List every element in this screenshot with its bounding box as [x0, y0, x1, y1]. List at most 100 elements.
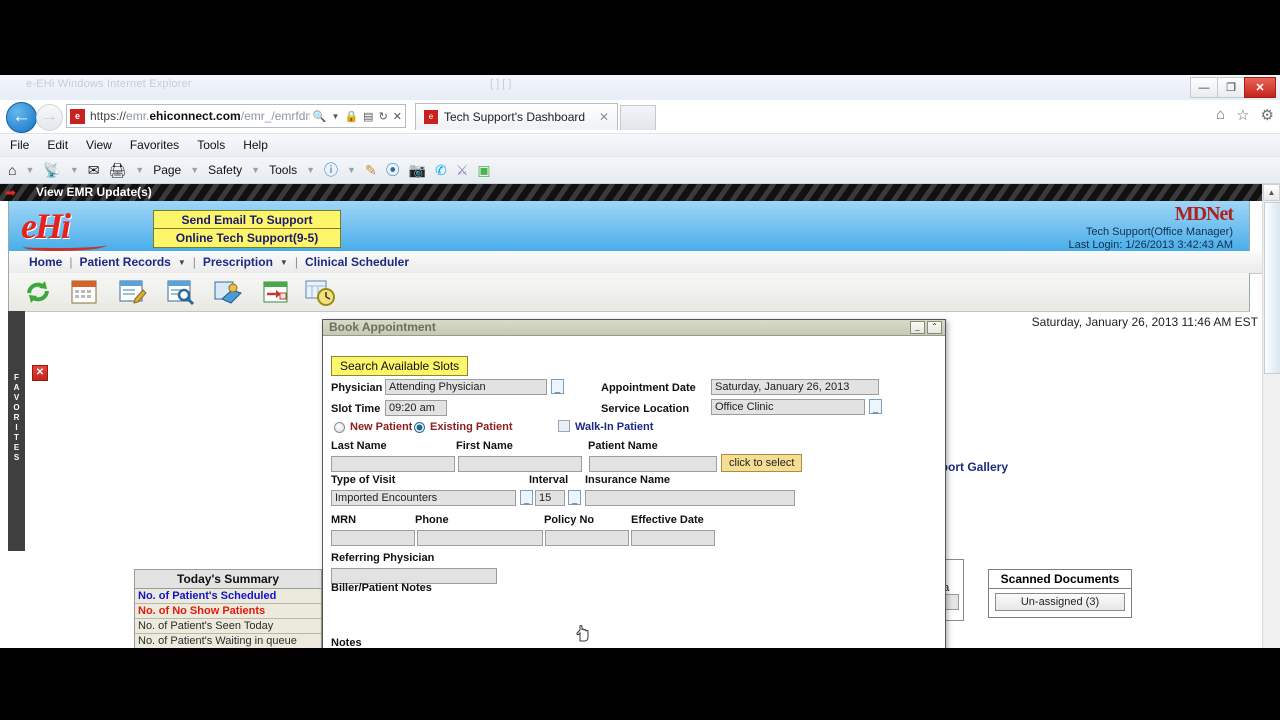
- click-to-select-button[interactable]: click to select: [721, 454, 803, 472]
- search-icon[interactable]: 🔍: [313, 110, 327, 123]
- summary-row-waiting-in-queue[interactable]: No. of Patient's Waiting in queue: [135, 634, 321, 648]
- chevron-down-icon[interactable]: ▼: [178, 258, 186, 267]
- address-bar[interactable]: e https://emr.ehiconnect.com/emr_/emrfdm…: [66, 104, 406, 128]
- book-appointment-icon[interactable]: [261, 277, 291, 307]
- stop-icon[interactable]: ✕: [393, 110, 402, 123]
- slot-time-input[interactable]: 09:20 am: [385, 400, 447, 416]
- physician-input[interactable]: Attending Physician: [385, 379, 547, 395]
- tab-close-icon[interactable]: ✕: [599, 110, 609, 124]
- page-scrollbar[interactable]: ▲: [1262, 184, 1280, 648]
- dialog-restore-button[interactable]: ⌃: [927, 321, 942, 334]
- search-records-icon[interactable]: [165, 277, 195, 307]
- dialog-title-bar[interactable]: Book Appointment _ ⌃: [323, 320, 945, 336]
- appointment-date-input[interactable]: Saturday, January 26, 2013: [711, 379, 879, 395]
- menu-item-tools[interactable]: Tools: [197, 138, 225, 152]
- nav-item-home[interactable]: Home: [29, 255, 62, 269]
- menu-item-help[interactable]: Help: [243, 138, 268, 152]
- effective-date-input[interactable]: [631, 530, 715, 546]
- read-mail-icon[interactable]: ✉: [88, 162, 100, 179]
- mrn-input[interactable]: [331, 530, 415, 546]
- home-icon[interactable]: ⌂: [1216, 106, 1225, 124]
- walk-in-patient-checkbox[interactable]: [558, 420, 570, 432]
- back-button[interactable]: ←: [6, 102, 37, 133]
- nav-item-clinical-scheduler[interactable]: Clinical Scheduler: [305, 255, 409, 269]
- patient-name-input[interactable]: [589, 456, 717, 472]
- interval-lookup-button[interactable]: _: [568, 490, 581, 505]
- last-name-input[interactable]: [331, 456, 455, 472]
- physician-lookup-button[interactable]: _: [551, 379, 564, 394]
- addon-paint-icon[interactable]: ✎: [365, 162, 377, 179]
- menu-item-view[interactable]: View: [86, 138, 112, 152]
- schedule-clock-icon[interactable]: [305, 277, 335, 307]
- import-documents-icon[interactable]: [213, 277, 243, 307]
- refresh-icon[interactable]: [23, 277, 53, 307]
- chevron-down-icon[interactable]: ▼: [70, 165, 79, 175]
- command-tools-menu[interactable]: Tools: [269, 163, 297, 177]
- notes-label: Notes: [331, 637, 362, 648]
- print-icon[interactable]: 🖨: [108, 162, 126, 179]
- summary-row-scheduled[interactable]: No. of Patient's Scheduled: [135, 589, 321, 604]
- search-available-slots-button[interactable]: Search Available Slots: [331, 356, 469, 376]
- summary-row-seen-today[interactable]: No. of Patient's Seen Today: [135, 619, 321, 634]
- home-page-icon[interactable]: ⌂: [8, 162, 16, 178]
- chevron-down-icon[interactable]: ▼: [306, 165, 315, 175]
- chevron-down-icon[interactable]: ▼: [280, 258, 288, 267]
- feeds-icon[interactable]: 📡: [43, 162, 60, 179]
- type-of-visit-input[interactable]: Imported Encounters: [331, 490, 516, 506]
- dialog-minimize-button[interactable]: _: [910, 321, 925, 334]
- addon-evernote-icon[interactable]: ▣: [477, 162, 490, 179]
- online-tech-support-button[interactable]: Online Tech Support(9-5): [153, 228, 341, 248]
- type-of-visit-lookup-button[interactable]: _: [520, 490, 533, 505]
- send-email-to-support-button[interactable]: Send Email To Support: [153, 210, 341, 230]
- service-location-lookup-button[interactable]: _: [869, 399, 882, 414]
- chevron-down-icon[interactable]: ▼: [332, 112, 340, 121]
- command-page-menu[interactable]: Page: [153, 163, 181, 177]
- addon-capture-icon[interactable]: 📷: [409, 162, 426, 179]
- chevron-down-icon[interactable]: ▼: [25, 165, 34, 175]
- existing-patient-radio[interactable]: [414, 422, 425, 433]
- chevron-down-icon[interactable]: ▼: [251, 165, 260, 175]
- interval-input[interactable]: 15: [535, 490, 565, 506]
- service-location-input[interactable]: Office Clinic: [711, 399, 865, 415]
- addon-research-icon[interactable]: ⚔: [456, 162, 469, 179]
- calendar-icon[interactable]: [69, 277, 99, 307]
- summary-row-no-show[interactable]: No. of No Show Patients: [135, 604, 321, 619]
- addon-skype-icon[interactable]: ✆: [435, 162, 447, 179]
- compat-view-icon[interactable]: ▤: [363, 110, 373, 123]
- chevron-down-icon[interactable]: ▼: [190, 165, 199, 175]
- insurance-name-input[interactable]: [585, 490, 795, 506]
- nav-item-prescription[interactable]: Prescription: [203, 255, 273, 269]
- restore-button[interactable]: ❐: [1217, 77, 1244, 98]
- forward-button[interactable]: →: [36, 104, 63, 131]
- walk-in-patient-label: Walk-In Patient: [575, 421, 654, 433]
- new-tab-button[interactable]: [620, 105, 657, 130]
- phone-input[interactable]: [417, 530, 543, 546]
- tools-gear-icon[interactable]: ⚙: [1261, 106, 1274, 124]
- scrollbar-thumb[interactable]: [1264, 202, 1280, 374]
- policy-no-input[interactable]: [545, 530, 629, 546]
- scanned-documents-title: Scanned Documents: [989, 570, 1131, 589]
- close-update-banner-button[interactable]: ✕: [32, 365, 48, 381]
- chevron-down-icon[interactable]: ▼: [347, 165, 356, 175]
- tab-label: Tech Support's Dashboard: [444, 110, 586, 124]
- nav-item-patient-records[interactable]: Patient Records: [79, 255, 170, 269]
- chevron-down-icon[interactable]: ▼: [135, 165, 144, 175]
- first-name-label: First Name: [456, 440, 513, 452]
- help-icon[interactable]: ⓘ: [324, 160, 338, 180]
- new-patient-radio[interactable]: [334, 422, 345, 433]
- tab-tech-support-dashboard[interactable]: e Tech Support's Dashboard ✕: [415, 103, 619, 130]
- refresh-icon[interactable]: ↻: [379, 110, 388, 123]
- close-button[interactable]: ✕: [1244, 77, 1276, 98]
- edit-note-icon[interactable]: [117, 277, 147, 307]
- menu-item-edit[interactable]: Edit: [47, 138, 68, 152]
- menu-item-favorites[interactable]: Favorites: [130, 138, 179, 152]
- scroll-up-arrow-icon[interactable]: ▲: [1263, 184, 1280, 201]
- first-name-input[interactable]: [458, 456, 582, 472]
- command-safety-menu[interactable]: Safety: [208, 163, 242, 177]
- menu-item-file[interactable]: File: [10, 138, 29, 152]
- addon-hp-icon[interactable]: ⦿: [386, 160, 400, 180]
- favorites-icon[interactable]: ☆: [1236, 106, 1249, 124]
- minimize-button[interactable]: —: [1190, 77, 1217, 98]
- favorites-rail[interactable]: FAVORITES: [8, 311, 25, 551]
- unassigned-documents-button[interactable]: Un-assigned (3): [995, 593, 1125, 611]
